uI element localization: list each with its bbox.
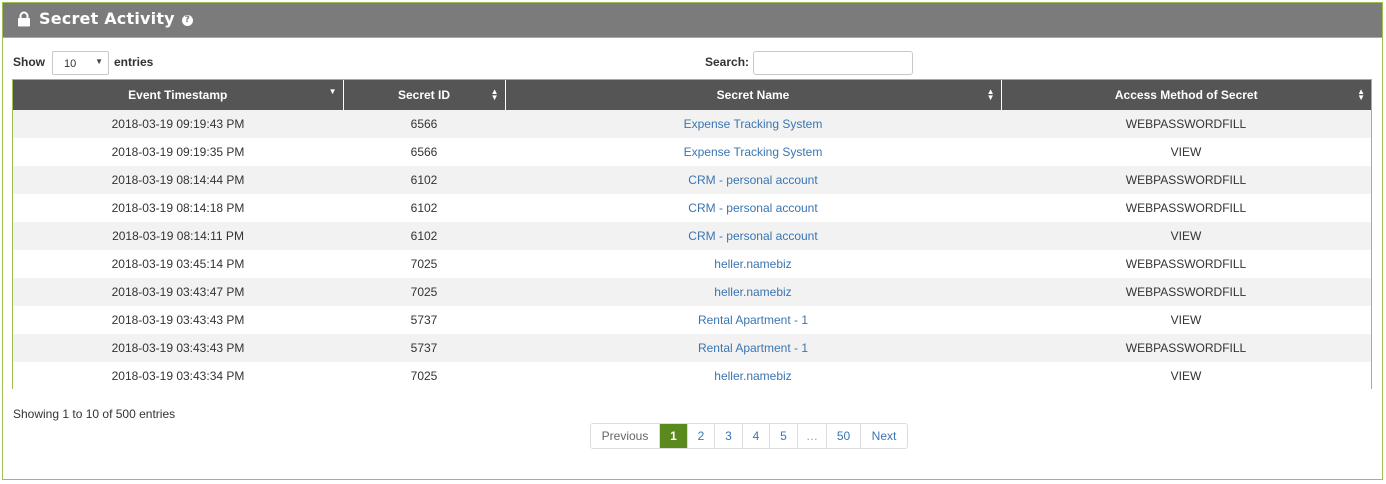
cell-secret-name: Expense Tracking System xyxy=(505,110,1001,138)
secret-name-link[interactable]: CRM - personal account xyxy=(688,173,817,187)
cell-timestamp: 2018-03-19 08:14:11 PM xyxy=(13,222,343,250)
cell-secret-id: 6102 xyxy=(343,166,505,194)
table-row: 2018-03-19 09:19:43 PM 6566 Expense Trac… xyxy=(13,110,1371,138)
secret-name-link[interactable]: heller.namebiz xyxy=(714,285,791,299)
table-row: 2018-03-19 03:43:43 PM 5737 Rental Apart… xyxy=(13,306,1371,334)
activity-table: Event Timestamp ▼ Secret ID ▲ ▼ Secret Na… xyxy=(13,80,1371,390)
cell-secret-id: 7025 xyxy=(343,362,505,390)
cell-secret-name: heller.namebiz xyxy=(505,362,1001,390)
cell-timestamp: 2018-03-19 03:43:43 PM xyxy=(13,306,343,334)
page-button-4[interactable]: 4 xyxy=(743,424,770,448)
page-button-2[interactable]: 2 xyxy=(688,424,715,448)
column-header-access-method[interactable]: Access Method of Secret ▲ ▼ xyxy=(1001,80,1371,110)
table-header-row: Event Timestamp ▼ Secret ID ▲ ▼ Secret Na… xyxy=(13,80,1371,110)
secret-name-link[interactable]: Expense Tracking System xyxy=(684,145,823,159)
cell-secret-id: 5737 xyxy=(343,334,505,362)
sort-both-icon: ▲ ▼ xyxy=(490,87,499,102)
cell-access-method: WEBPASSWORDFILL xyxy=(1001,278,1371,306)
cell-secret-name: CRM - personal account xyxy=(505,166,1001,194)
cell-timestamp: 2018-03-19 09:19:35 PM xyxy=(13,138,343,166)
column-header-label: Event Timestamp xyxy=(128,88,228,102)
search-label: Search: xyxy=(705,55,750,69)
entries-label: entries xyxy=(114,55,154,69)
cell-timestamp: 2018-03-19 08:14:44 PM xyxy=(13,166,343,194)
page-button-3[interactable]: 3 xyxy=(715,424,743,448)
panel-title-row: Secret Activity ? xyxy=(17,9,193,28)
table-row: 2018-03-19 03:45:14 PM 7025 heller.nameb… xyxy=(13,250,1371,278)
cell-access-method: WEBPASSWORDFILL xyxy=(1001,250,1371,278)
page-button-1[interactable]: 1 xyxy=(660,424,688,448)
cell-secret-id: 5737 xyxy=(343,306,505,334)
help-icon[interactable]: ? xyxy=(181,14,193,26)
activity-table-wrapper: Event Timestamp ▼ Secret ID ▲ ▼ Secret Na… xyxy=(12,79,1372,390)
cell-secret-name: CRM - personal account xyxy=(505,194,1001,222)
table-row: 2018-03-19 09:19:35 PM 6566 Expense Trac… xyxy=(13,138,1371,166)
cell-access-method: VIEW xyxy=(1001,306,1371,334)
panel-header: Secret Activity ? xyxy=(3,3,1382,38)
secret-name-link[interactable]: heller.namebiz xyxy=(714,257,791,271)
cell-access-method: VIEW xyxy=(1001,362,1371,390)
page-button-50[interactable]: 50 xyxy=(827,424,861,448)
sort-both-icon: ▲ ▼ xyxy=(1357,87,1365,102)
cell-timestamp: 2018-03-19 03:45:14 PM xyxy=(13,250,343,278)
cell-access-method: WEBPASSWORDFILL xyxy=(1001,166,1371,194)
cell-timestamp: 2018-03-19 03:43:34 PM xyxy=(13,362,343,390)
cell-secret-name: CRM - personal account xyxy=(505,222,1001,250)
show-label: Show xyxy=(13,55,45,69)
secret-name-link[interactable]: Rental Apartment - 1 xyxy=(698,341,808,355)
entries-per-page-select[interactable]: 10 ▼ xyxy=(52,51,109,75)
cell-secret-id: 7025 xyxy=(343,278,505,306)
table-row: 2018-03-19 03:43:34 PM 7025 heller.nameb… xyxy=(13,362,1371,390)
cell-access-method: VIEW xyxy=(1001,138,1371,166)
cell-access-method: WEBPASSWORDFILL xyxy=(1001,334,1371,362)
cell-timestamp: 2018-03-19 03:43:47 PM xyxy=(13,278,343,306)
table-row: 2018-03-19 08:14:18 PM 6102 CRM - person… xyxy=(13,194,1371,222)
cell-secret-id: 6102 xyxy=(343,222,505,250)
secret-name-link[interactable]: heller.namebiz xyxy=(714,369,791,383)
cell-secret-id: 6566 xyxy=(343,110,505,138)
cell-secret-name: heller.namebiz xyxy=(505,250,1001,278)
table-row: 2018-03-19 08:14:11 PM 6102 CRM - person… xyxy=(13,222,1371,250)
cell-secret-name: Rental Apartment - 1 xyxy=(505,334,1001,362)
secret-name-link[interactable]: Expense Tracking System xyxy=(684,117,823,131)
lock-icon xyxy=(18,11,30,26)
pagination: Previous 1 2 3 4 5 … 50 Next xyxy=(590,423,908,449)
search-input[interactable] xyxy=(753,51,913,75)
table-row: 2018-03-19 03:43:43 PM 5737 Rental Apart… xyxy=(13,334,1371,362)
sort-desc-icon: ▼ xyxy=(328,87,337,96)
cell-timestamp: 2018-03-19 03:43:43 PM xyxy=(13,334,343,362)
column-header-label: Secret Name xyxy=(716,88,790,102)
next-page-button[interactable]: Next xyxy=(861,424,907,448)
cell-access-method: WEBPASSWORDFILL xyxy=(1001,110,1371,138)
cell-timestamp: 2018-03-19 08:14:18 PM xyxy=(13,194,343,222)
column-header-event-timestamp[interactable]: Event Timestamp ▼ xyxy=(13,80,344,110)
cell-secret-name: Expense Tracking System xyxy=(505,138,1001,166)
column-header-secret-id[interactable]: Secret ID ▲ ▼ xyxy=(343,80,506,110)
column-header-label: Secret ID xyxy=(397,88,451,102)
chevron-down-icon: ▼ xyxy=(95,57,103,66)
cell-secret-name: Rental Apartment - 1 xyxy=(505,306,1001,334)
cell-access-method: VIEW xyxy=(1001,222,1371,250)
secret-name-link[interactable]: Rental Apartment - 1 xyxy=(698,313,808,327)
secret-name-link[interactable]: CRM - personal account xyxy=(688,229,817,243)
sort-both-icon: ▲ ▼ xyxy=(986,87,995,102)
table-row: 2018-03-19 08:14:44 PM 6102 CRM - person… xyxy=(13,166,1371,194)
previous-page-button[interactable]: Previous xyxy=(591,424,660,448)
cell-secret-id: 6102 xyxy=(343,194,505,222)
entries-per-page-value: 10 xyxy=(64,58,77,70)
cell-secret-id: 7025 xyxy=(343,250,505,278)
secret-activity-panel: Secret Activity ? Show 10 ▼ entries Sear… xyxy=(2,2,1383,480)
cell-secret-id: 6566 xyxy=(343,138,505,166)
page-button-5[interactable]: 5 xyxy=(770,424,798,448)
cell-timestamp: 2018-03-19 09:19:43 PM xyxy=(13,110,343,138)
table-row: 2018-03-19 03:43:47 PM 7025 heller.nameb… xyxy=(13,278,1371,306)
column-header-label: Access Method of Secret xyxy=(1114,88,1258,102)
page-ellipsis: … xyxy=(798,424,827,448)
column-header-secret-name[interactable]: Secret Name ▲ ▼ xyxy=(505,80,1002,110)
secret-name-link[interactable]: CRM - personal account xyxy=(688,201,817,215)
table-info: Showing 1 to 10 of 500 entries xyxy=(13,407,176,421)
cell-secret-name: heller.namebiz xyxy=(505,278,1001,306)
cell-access-method: WEBPASSWORDFILL xyxy=(1001,194,1371,222)
page-title: Secret Activity xyxy=(39,9,175,28)
